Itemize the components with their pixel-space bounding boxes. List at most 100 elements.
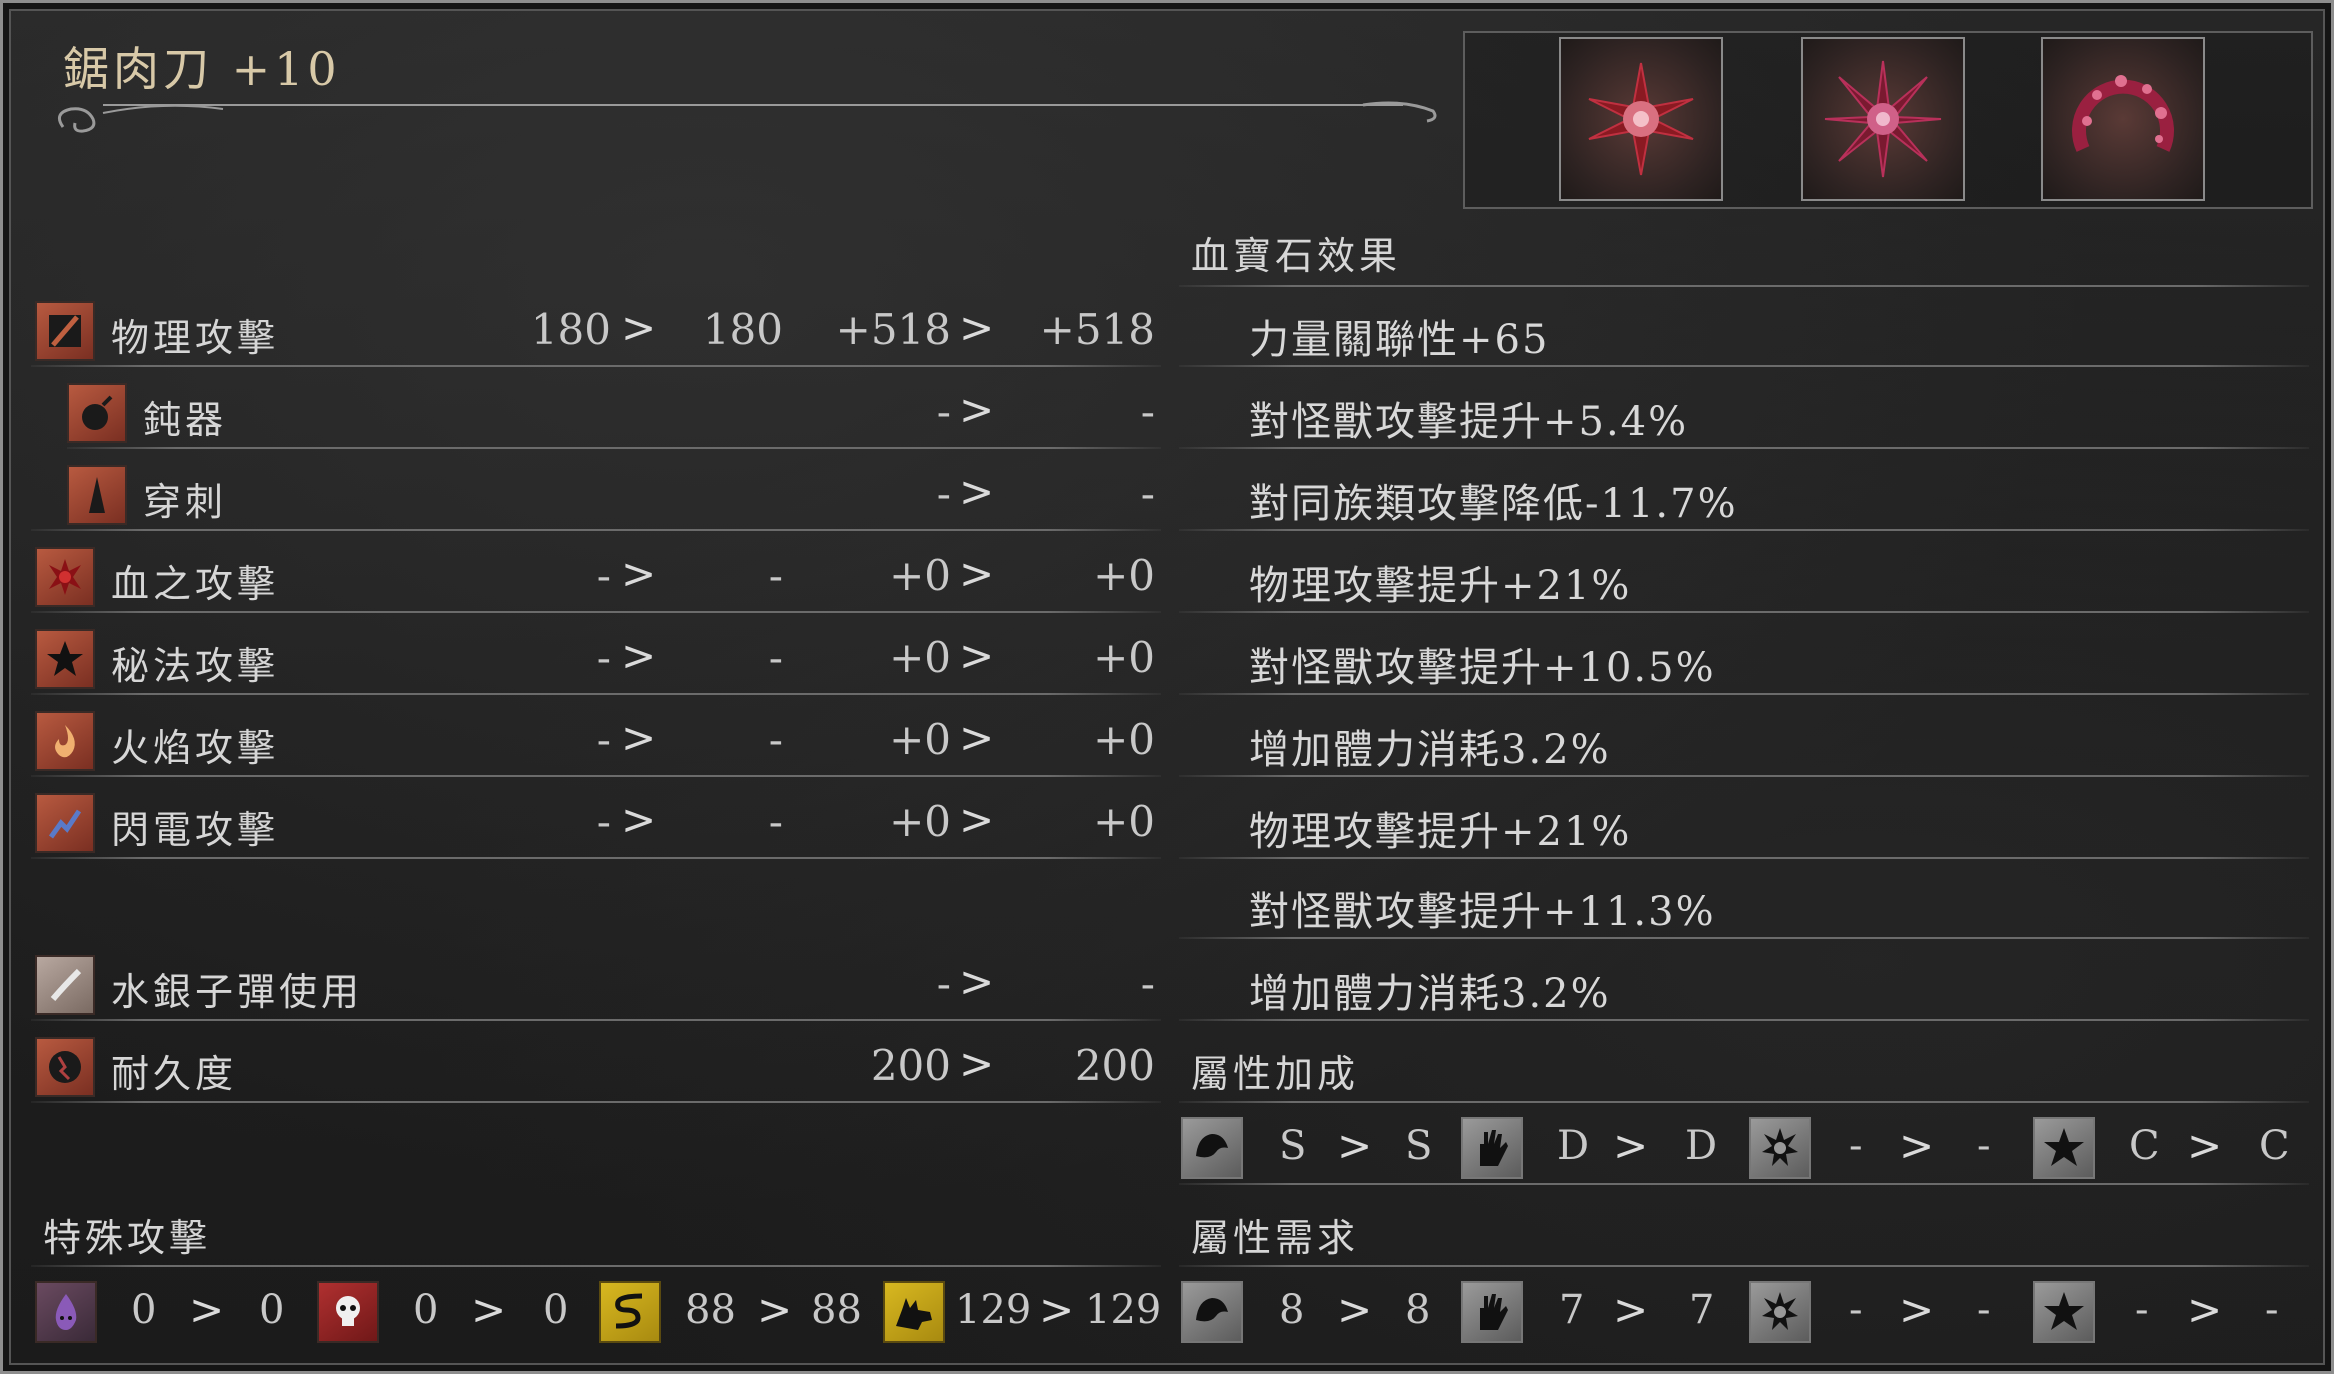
skull-icon bbox=[317, 1281, 379, 1343]
arrow-icon: > bbox=[959, 385, 995, 434]
kin-icon bbox=[35, 1281, 97, 1343]
fire-attack-icon bbox=[35, 711, 95, 771]
divider bbox=[1179, 285, 2309, 287]
special-to: 88 bbox=[811, 1287, 862, 1333]
arrow-icon: > bbox=[621, 303, 657, 352]
arrow-icon: > bbox=[959, 713, 995, 762]
blood-gem-slots bbox=[1463, 31, 2313, 209]
bloodtinge-icon bbox=[1749, 1117, 1811, 1179]
base-from: - bbox=[596, 715, 611, 764]
arrow-icon: > bbox=[1337, 1121, 1373, 1170]
bonus-to: +0 bbox=[1093, 551, 1155, 600]
requirement-to: 7 bbox=[1689, 1287, 1715, 1333]
divider bbox=[31, 857, 1161, 859]
scaling-to: D bbox=[1685, 1123, 1718, 1169]
special-from: 0 bbox=[131, 1287, 157, 1333]
quicksilver-from: - bbox=[936, 959, 951, 1008]
attack-label: 秘法攻擊 bbox=[111, 644, 280, 688]
bonus-to: - bbox=[1140, 469, 1155, 518]
gem-effect-item: 增加體力消耗3.2% bbox=[1249, 727, 1611, 773]
special-to: 0 bbox=[543, 1287, 569, 1333]
divider bbox=[1179, 937, 2309, 939]
arrow-icon: > bbox=[959, 303, 995, 352]
scaling-to: S bbox=[1405, 1123, 1433, 1169]
arrow-icon: > bbox=[621, 631, 657, 680]
requirement-to: 8 bbox=[1405, 1287, 1431, 1333]
base-to: - bbox=[768, 551, 783, 600]
arrow-icon: > bbox=[959, 467, 995, 516]
special-to: 0 bbox=[259, 1287, 285, 1333]
bonus-from: - bbox=[936, 387, 951, 436]
divider bbox=[31, 1019, 1161, 1021]
divider bbox=[1179, 857, 2309, 859]
blood-gem-slot-3[interactable] bbox=[2041, 37, 2205, 201]
base-to: - bbox=[768, 633, 783, 682]
requirement-from: - bbox=[1849, 1287, 1863, 1333]
gem-effect-item: 對怪獸攻擊提升+11.3% bbox=[1249, 889, 1716, 935]
blood-gem-slot-2[interactable] bbox=[1801, 37, 1965, 201]
arcane-icon bbox=[2033, 1117, 2095, 1179]
attack-label: 火焰攻擊 bbox=[111, 726, 280, 770]
scaling-title: 屬性加成 bbox=[1191, 1052, 1360, 1096]
scaling-from: S bbox=[1279, 1123, 1307, 1169]
blood-attack-icon bbox=[35, 547, 95, 607]
special-from: 129 bbox=[955, 1287, 1032, 1333]
physical-attack-icon bbox=[35, 301, 95, 361]
arrow-icon: > bbox=[757, 1285, 793, 1334]
special-attack-title: 特殊攻擊 bbox=[43, 1216, 212, 1260]
base-from: - bbox=[596, 633, 611, 682]
divider bbox=[31, 1265, 1161, 1267]
arrow-icon: > bbox=[959, 631, 995, 680]
scaling-from: - bbox=[1849, 1123, 1863, 1169]
bonus-from: - bbox=[936, 469, 951, 518]
weapon-name: 鋸肉刀 +10 bbox=[63, 42, 341, 96]
bonus-from: +0 bbox=[889, 551, 951, 600]
attack-label: 穿刺 bbox=[143, 480, 228, 524]
arrow-icon: > bbox=[621, 795, 657, 844]
skill-icon bbox=[1461, 1117, 1523, 1179]
gem-effect-item: 物理攻擊提升+21% bbox=[1249, 563, 1632, 609]
bloodtinge-icon bbox=[1749, 1281, 1811, 1343]
requirement-from: - bbox=[2135, 1287, 2149, 1333]
attack-label: 血之攻擊 bbox=[111, 562, 280, 606]
base-to: 180 bbox=[702, 305, 783, 354]
blood-gem-waning-icon bbox=[2072, 75, 2174, 152]
blood-gem-slot-1[interactable] bbox=[1559, 37, 1723, 201]
divider bbox=[31, 611, 1161, 613]
arrow-icon: > bbox=[1613, 1285, 1649, 1334]
divider bbox=[1179, 1265, 2309, 1267]
divider bbox=[31, 693, 1161, 695]
gem-effect-item: 力量關聯性+65 bbox=[1249, 317, 1550, 363]
beast-icon bbox=[883, 1281, 945, 1343]
blood-gem-radial-icon bbox=[1824, 60, 1942, 178]
divider bbox=[1179, 1019, 2309, 1021]
divider bbox=[31, 775, 1161, 777]
base-from: - bbox=[596, 797, 611, 846]
arrow-icon: > bbox=[959, 795, 995, 844]
arrow-icon: > bbox=[621, 713, 657, 762]
attack-label: 鈍器 bbox=[143, 398, 228, 442]
quicksilver-label: 水銀子彈使用 bbox=[111, 970, 364, 1014]
base-to: - bbox=[768, 797, 783, 846]
scaling-from: D bbox=[1557, 1123, 1590, 1169]
gem-effect-item: 對怪獸攻擊提升+10.5% bbox=[1249, 645, 1716, 691]
arrow-icon: > bbox=[959, 957, 995, 1006]
durability-from: 200 bbox=[870, 1041, 951, 1090]
arcane-attack-icon bbox=[35, 629, 95, 689]
durability-to: 200 bbox=[1074, 1041, 1155, 1090]
strength-icon bbox=[1181, 1281, 1243, 1343]
base-to: - bbox=[768, 715, 783, 764]
arcane-icon bbox=[2033, 1281, 2095, 1343]
quicksilver-bullet-icon bbox=[35, 955, 95, 1015]
durability-icon bbox=[35, 1037, 95, 1097]
gem-effect-item: 物理攻擊提升+21% bbox=[1249, 809, 1632, 855]
bonus-to: +0 bbox=[1093, 715, 1155, 764]
base-from: - bbox=[596, 551, 611, 600]
special-from: 0 bbox=[413, 1287, 439, 1333]
bonus-from: +0 bbox=[889, 715, 951, 764]
arrow-icon: > bbox=[959, 1039, 995, 1088]
bonus-to: +0 bbox=[1093, 797, 1155, 846]
attack-label: 物理攻擊 bbox=[111, 316, 280, 360]
base-from: 180 bbox=[530, 305, 611, 354]
gem-effect-item: 增加體力消耗3.2% bbox=[1249, 971, 1611, 1017]
